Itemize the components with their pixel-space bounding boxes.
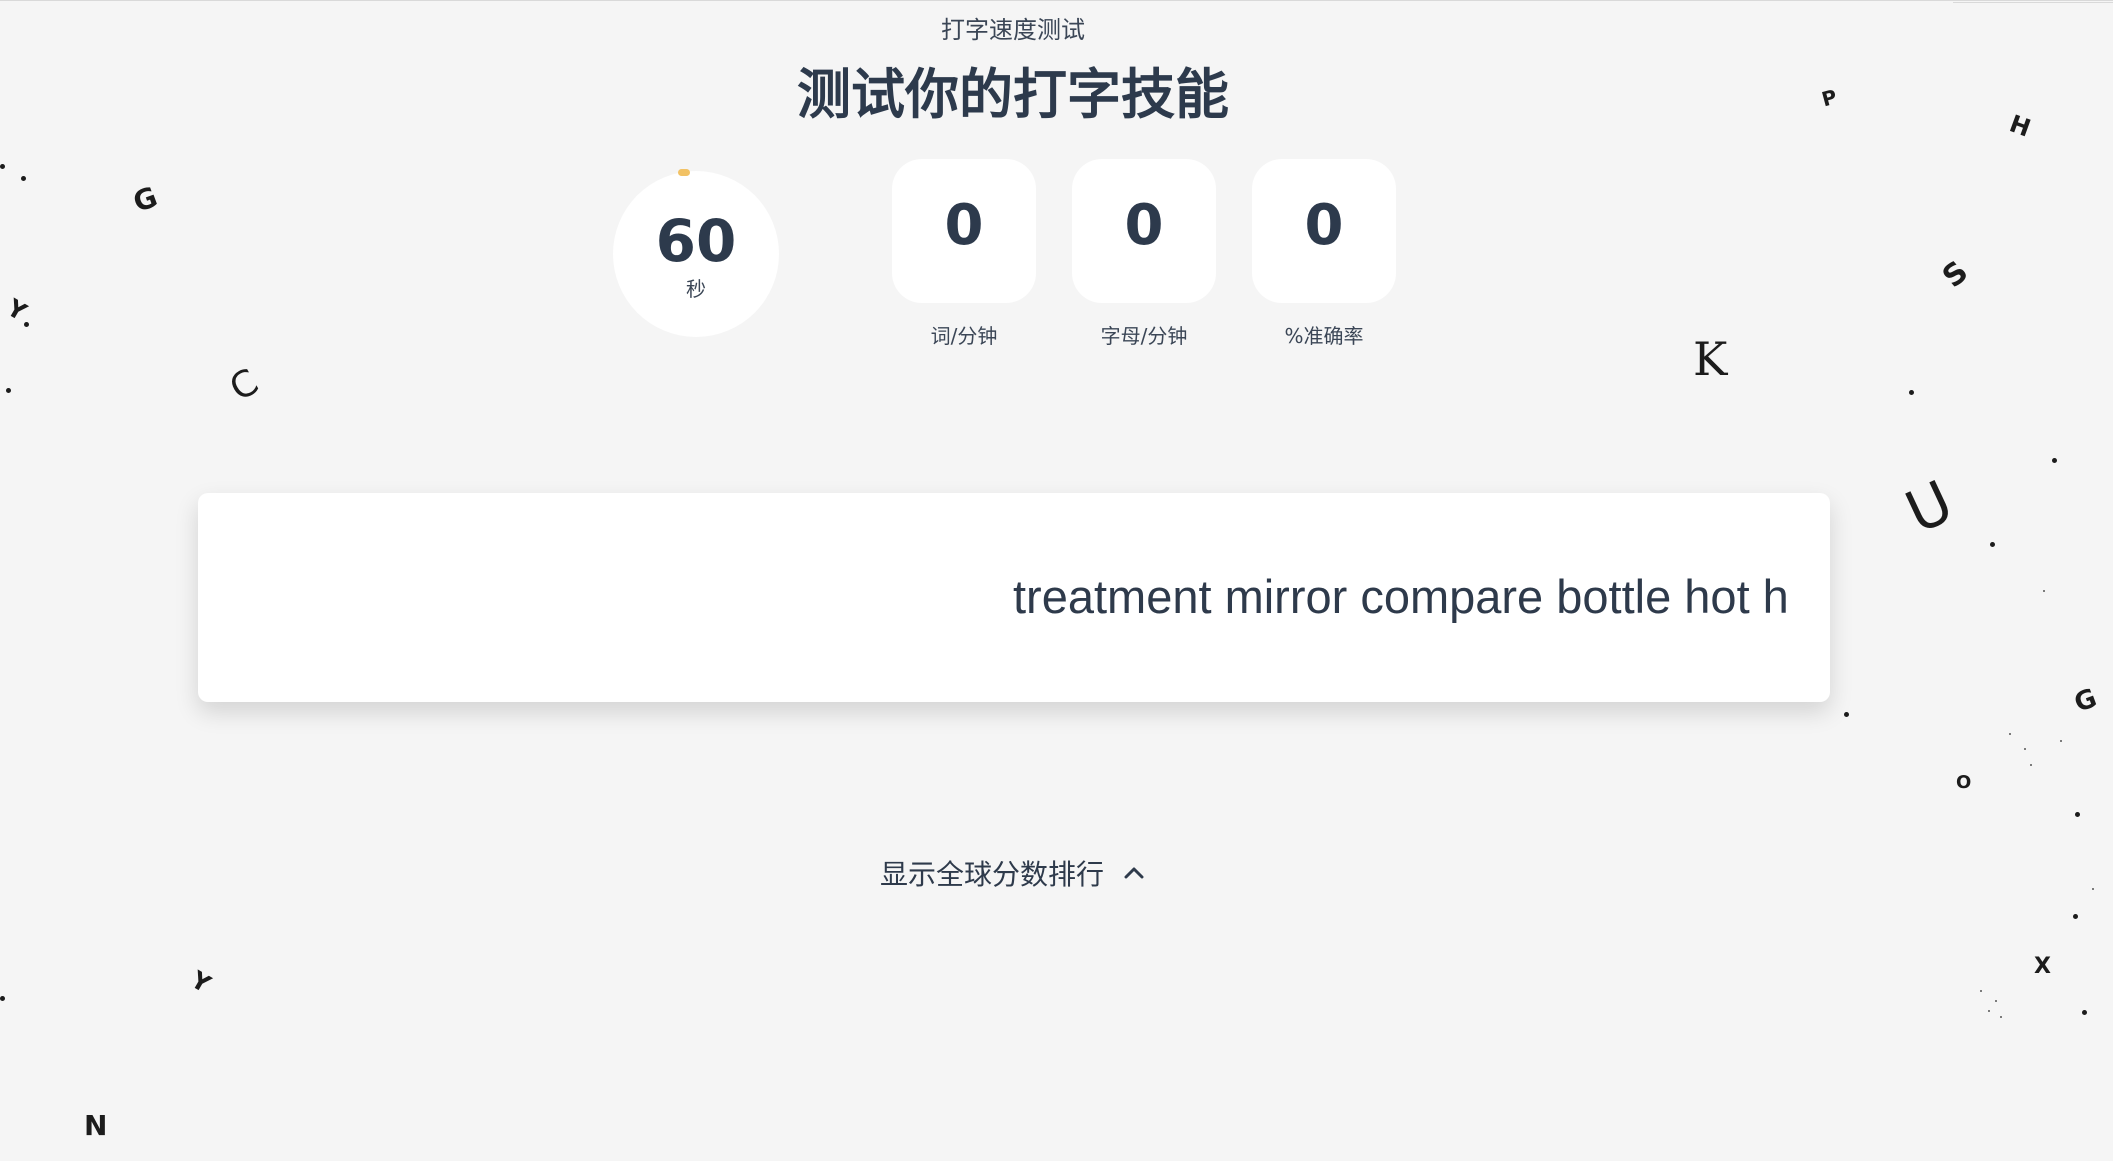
bg-letter: G <box>2070 683 2101 719</box>
bg-dot <box>6 388 11 393</box>
bg-dot <box>21 176 26 181</box>
bg-letter: S <box>1935 254 1976 295</box>
bg-dot <box>2052 458 2057 463</box>
bg-dot <box>1844 712 1849 717</box>
bg-speck <box>2009 733 2011 735</box>
top-border-right <box>1953 2 2113 3</box>
chevron-up-icon <box>1122 861 1146 885</box>
cpm-value: 0 <box>1124 193 1164 258</box>
bg-letter: X <box>2034 954 2051 979</box>
timer-value: 60 <box>655 207 737 275</box>
top-border <box>0 0 2113 1</box>
bg-speck <box>2060 740 2062 742</box>
bg-dot <box>2082 1010 2087 1015</box>
bg-letter: N <box>84 1109 108 1142</box>
page-subtitle: 打字速度测试 <box>941 16 1085 44</box>
bg-dot <box>1909 390 1914 395</box>
bg-speck <box>2000 1016 2002 1018</box>
bg-dot <box>2073 914 2078 919</box>
accuracy-label: %准确率 <box>1284 324 1364 348</box>
wpm-label: 词/分钟 <box>930 324 998 348</box>
timer-unit: 秒 <box>686 277 706 301</box>
leaderboard-toggle-button[interactable]: 显示全球分数排行 <box>880 853 1146 893</box>
bg-letter: C <box>223 361 266 410</box>
timer-progress-indicator <box>678 169 690 176</box>
bg-letter: Y <box>186 965 216 999</box>
cpm-label: 字母/分钟 <box>1100 324 1188 348</box>
typing-text: treatment mirror compare bottle hot h <box>1013 570 1789 623</box>
wpm-value: 0 <box>944 193 984 258</box>
bg-speck <box>1995 1000 1997 1002</box>
bg-letter: O <box>1956 772 1972 793</box>
bg-dot <box>0 996 5 1001</box>
bg-speck <box>1980 990 1982 992</box>
bg-speck <box>2043 590 2045 592</box>
accuracy-value: 0 <box>1304 193 1344 258</box>
bg-dot <box>1990 542 1995 547</box>
leaderboard-toggle-label: 显示全球分数排行 <box>880 858 1105 891</box>
bg-letter: K <box>1693 332 1728 386</box>
bg-speck <box>2024 748 2026 750</box>
bg-speck <box>2092 888 2094 890</box>
bg-dot <box>0 164 5 169</box>
bg-letter: G <box>128 180 162 219</box>
bg-speck <box>1988 1010 1990 1012</box>
bg-letter: Y <box>2 293 32 327</box>
bg-dot <box>2075 812 2080 817</box>
page-title: 测试你的打字技能 <box>797 63 1229 126</box>
typing-area[interactable]: treatment mirror compare bottle hot h <box>198 493 1830 702</box>
bg-dot <box>24 322 29 327</box>
bg-speck <box>2030 764 2032 766</box>
bg-letter: U <box>1895 467 1963 547</box>
